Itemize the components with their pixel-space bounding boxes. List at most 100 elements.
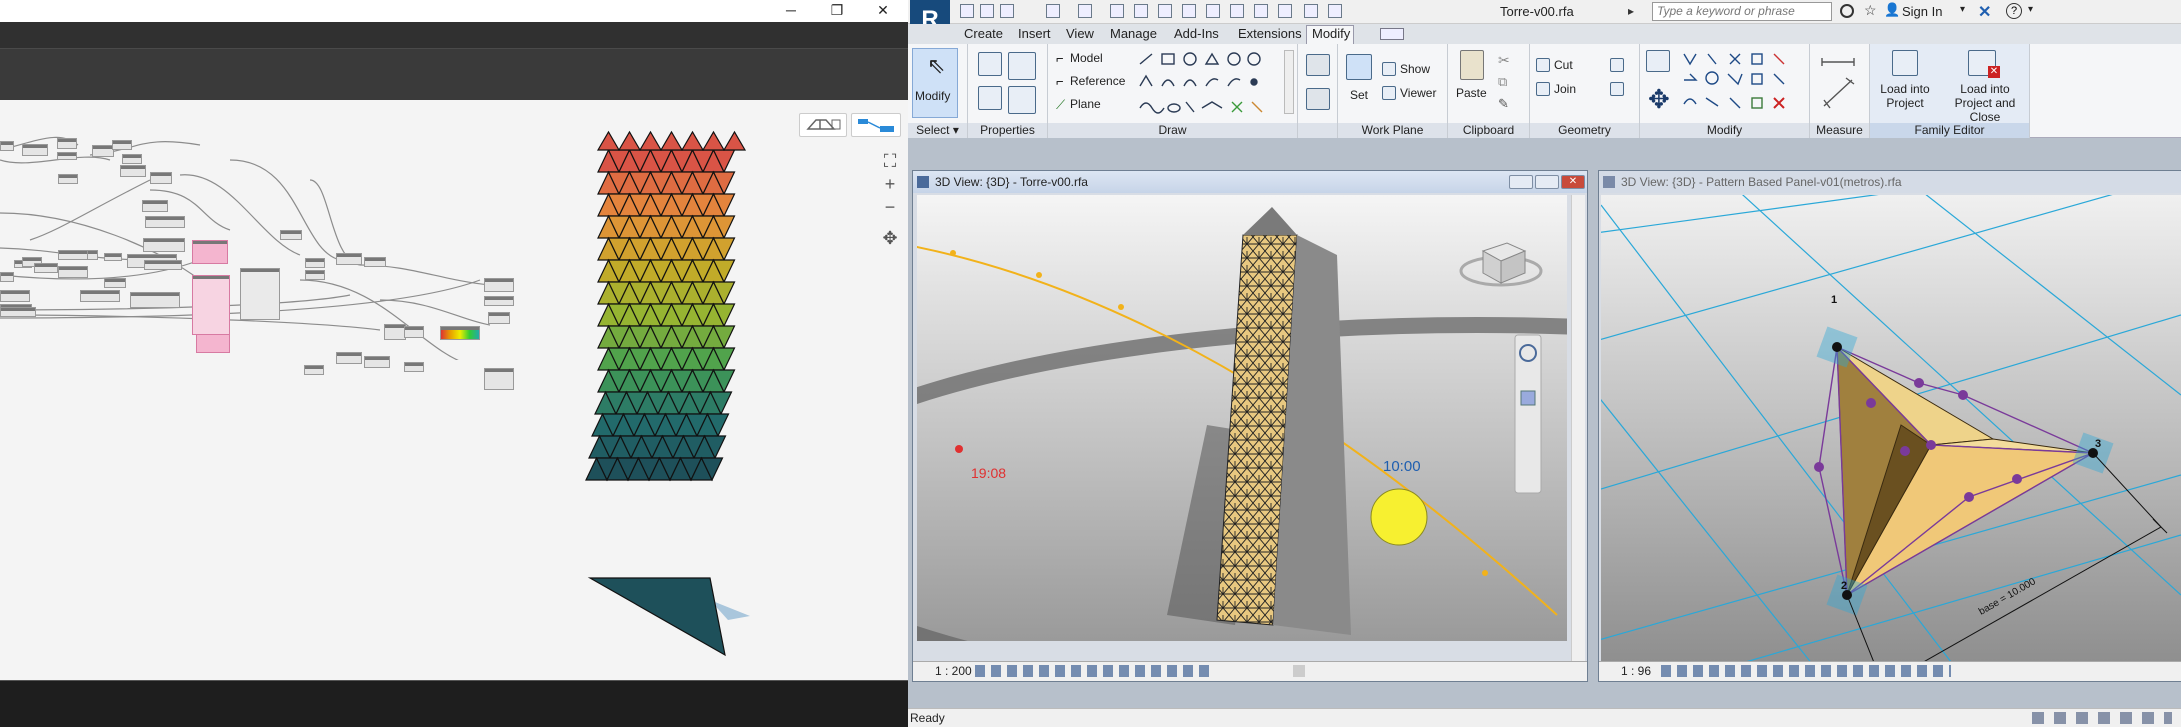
sync-icon[interactable] — [1000, 4, 1014, 18]
split-face-icon[interactable] — [1610, 82, 1624, 96]
view-scale[interactable]: 1 : 200 — [935, 664, 972, 678]
graph-node[interactable] — [120, 165, 146, 177]
view-window-torre[interactable]: 3D View: {3D} - Torre-v00.rfa ✕ 19:08 10… — [912, 170, 1588, 682]
view-close-button[interactable]: ✕ — [1561, 175, 1585, 189]
view-control-icons[interactable] — [975, 665, 1215, 677]
cut-button[interactable]: Cut — [1554, 58, 1573, 72]
zoom-out-icon[interactable]: − — [879, 196, 901, 218]
group-node[interactable] — [192, 275, 230, 335]
graph-node[interactable] — [384, 324, 406, 340]
ribbon-toggle-icon[interactable] — [1380, 28, 1404, 40]
tab-view[interactable]: View — [1066, 26, 1094, 41]
navigation-bar[interactable] — [1514, 334, 1542, 494]
open-icon[interactable] — [960, 4, 974, 18]
horizontal-scroll-thumb[interactable] — [1293, 665, 1305, 677]
graph-node[interactable] — [304, 365, 324, 375]
create-form-icon[interactable] — [1306, 54, 1330, 76]
tab-insert[interactable]: Insert — [1018, 26, 1051, 41]
graph-node[interactable] — [92, 145, 114, 157]
graph-node[interactable] — [143, 238, 185, 252]
switch-windows-icon[interactable] — [1304, 4, 1318, 18]
dimension-icon[interactable] — [1158, 4, 1172, 18]
modify-tools-grid[interactable] — [1680, 50, 1805, 120]
graph-view-toggle[interactable] — [851, 113, 901, 137]
properties-icon[interactable] — [1008, 52, 1036, 80]
graph-node[interactable] — [112, 140, 132, 150]
restore-button[interactable]: ❐ — [814, 0, 860, 22]
redo-icon[interactable] — [1078, 4, 1092, 18]
close-hidden-icon[interactable] — [1278, 4, 1292, 18]
view-window-panel[interactable]: 3D View: {3D} - Pattern Based Panel-v01(… — [1598, 170, 2181, 682]
graph-node[interactable] — [404, 326, 424, 338]
family-types-icon[interactable] — [978, 52, 1002, 76]
tab-add-ins[interactable]: Add-Ins — [1174, 26, 1219, 41]
graph-canvas[interactable]: ⛶ + − ✥ — [0, 100, 908, 680]
graph-node[interactable] — [58, 266, 88, 278]
viewer-button[interactable]: Viewer — [1400, 86, 1436, 100]
view-minimize-button[interactable] — [1509, 175, 1533, 189]
undo-icon[interactable] — [1046, 4, 1060, 18]
graph-node[interactable] — [192, 240, 228, 264]
tab-extensions[interactable]: Extensions — [1238, 26, 1302, 41]
graph-node[interactable] — [0, 141, 14, 151]
section-icon[interactable] — [1230, 4, 1244, 18]
graph-node[interactable] — [364, 257, 386, 267]
modify-button[interactable]: ⇖ Modify — [912, 48, 958, 118]
model-line-button[interactable]: Model — [1070, 51, 1103, 65]
graph-node[interactable] — [336, 253, 362, 265]
graph-node[interactable] — [364, 356, 390, 368]
graph-node[interactable] — [142, 200, 168, 212]
graph-node[interactable] — [488, 312, 510, 324]
user-icon[interactable]: 👤 — [1884, 2, 1900, 18]
measure-tools[interactable] — [1818, 50, 1862, 120]
graph-node[interactable] — [150, 172, 172, 184]
view-maximize-button[interactable] — [1535, 175, 1559, 189]
exchange-apps-icon[interactable]: ✕ — [1978, 2, 1991, 22]
graph-node[interactable] — [104, 253, 122, 261]
vertical-scrollbar[interactable] — [1571, 195, 1585, 661]
view-control-icons[interactable] — [1661, 665, 1951, 677]
star-icon[interactable]: ☆ — [1864, 2, 1877, 19]
select-panel-label[interactable]: Select ▾ — [908, 123, 967, 138]
draw-gallery-scroll[interactable] — [1284, 50, 1294, 114]
load-into-project-button[interactable]: Load into Project — [1874, 82, 1936, 110]
graph-node[interactable] — [145, 216, 185, 228]
graph-node[interactable] — [58, 174, 78, 184]
join-button[interactable]: Join — [1554, 82, 1576, 96]
draw-tools-grid[interactable] — [1136, 50, 1286, 120]
set-button[interactable]: Set — [1350, 88, 1368, 102]
graph-node[interactable] — [0, 272, 14, 282]
measure-icon[interactable] — [1134, 4, 1148, 18]
graph-node[interactable] — [57, 138, 77, 149]
status-bar-icons[interactable] — [2032, 712, 2172, 724]
graph-node[interactable] — [144, 260, 182, 270]
type-properties-icon[interactable] — [1008, 86, 1036, 114]
save-icon[interactable] — [980, 4, 994, 18]
graph-node[interactable] — [404, 362, 424, 372]
graph-node[interactable] — [0, 290, 30, 302]
view-scale[interactable]: 1 : 96 — [1621, 664, 1651, 678]
plane-button[interactable]: Plane — [1070, 97, 1101, 111]
minimize-button[interactable]: ─ — [768, 0, 814, 22]
graph-node[interactable] — [305, 258, 325, 268]
paste-button[interactable]: Paste — [1456, 86, 1487, 100]
graph-node[interactable] — [122, 154, 142, 164]
graph-node[interactable] — [58, 250, 88, 260]
wall-joins-icon[interactable] — [1610, 58, 1624, 72]
qat-dropdown-icon[interactable] — [1328, 4, 1342, 18]
graph-node[interactable] — [280, 230, 302, 240]
3d-view-icon[interactable] — [1206, 4, 1220, 18]
graph-node[interactable] — [484, 368, 514, 390]
graph-node[interactable] — [22, 144, 48, 156]
pan-icon[interactable]: ✥ — [879, 227, 901, 249]
zoom-in-icon[interactable]: + — [879, 173, 901, 195]
help-dropdown-icon[interactable]: ▾ — [2028, 4, 2033, 15]
tab-manage[interactable]: Manage — [1110, 26, 1157, 41]
align-icon[interactable] — [1646, 50, 1670, 72]
show-button[interactable]: Show — [1400, 62, 1430, 76]
thin-lines-icon[interactable] — [1254, 4, 1268, 18]
search-toggle-icon[interactable]: ▸ — [1628, 4, 1642, 18]
graph-node[interactable] — [130, 292, 180, 308]
move-icon[interactable]: ✥ — [1648, 84, 1670, 115]
copy-clip-icon[interactable]: ⧉ — [1498, 74, 1507, 90]
